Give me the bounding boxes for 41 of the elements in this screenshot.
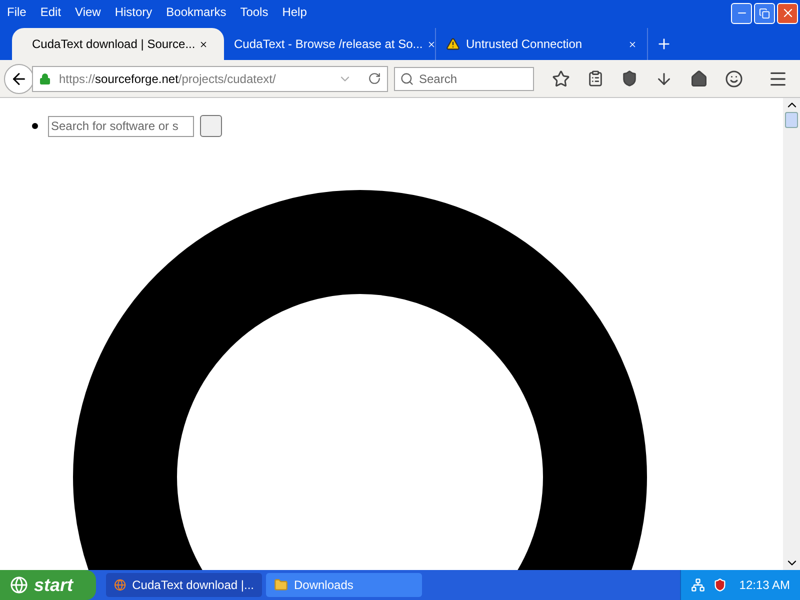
scrollbar-thumb[interactable] <box>785 112 798 128</box>
close-button[interactable] <box>777 2 798 24</box>
url-text: https://sourceforge.net/projects/cudatext/ <box>59 70 276 88</box>
clock: 12:13 AM <box>739 577 790 594</box>
menu-item[interactable]: View <box>68 3 108 21</box>
lock-icon <box>39 72 51 84</box>
security-shield-icon[interactable] <box>713 578 728 592</box>
menu-item[interactable]: History <box>108 3 160 21</box>
taskbar-button[interactable]: CudaText download |... <box>106 573 262 597</box>
reload-icon[interactable] <box>368 72 381 85</box>
search-submit-button[interactable] <box>200 115 222 137</box>
menu-item[interactable]: Bookmarks <box>159 3 234 21</box>
tab-title: CudaText download | Source... <box>32 36 196 53</box>
browser-icon <box>114 578 126 592</box>
bullet-icon <box>32 123 38 129</box>
new-tab-icon[interactable] <box>656 36 672 52</box>
menu-item[interactable]: Tools <box>233 3 276 21</box>
bookmark-star-icon[interactable] <box>552 70 570 88</box>
menu-item[interactable]: File <box>0 3 34 21</box>
home-icon[interactable] <box>690 70 708 88</box>
smiley-icon[interactable] <box>725 70 743 88</box>
restore-icon <box>759 8 770 18</box>
restore-button[interactable] <box>754 2 775 24</box>
browser-tab[interactable]: CudaText download | Source... <box>12 28 224 60</box>
menu-item[interactable]: Help <box>275 3 314 21</box>
tab-title: Untrusted Connection <box>466 36 582 53</box>
back-button[interactable] <box>4 64 34 94</box>
site-search-field[interactable]: Search for software or s <box>48 116 194 136</box>
start-button[interactable]: start <box>0 570 96 600</box>
tab-title: CudaText - Browse /release at So... <box>234 36 423 53</box>
search-field[interactable]: Search <box>394 66 534 90</box>
search-placeholder: Search <box>419 70 458 88</box>
minimize-button[interactable] <box>731 2 752 24</box>
clipboard-icon[interactable] <box>587 70 604 87</box>
search-icon <box>400 72 414 86</box>
menu-item[interactable]: Edit <box>33 3 68 21</box>
folder-icon <box>274 578 288 592</box>
warning-icon <box>446 37 460 51</box>
address-bar[interactable]: https://sourceforge.net/projects/cudatext/ <box>32 66 388 92</box>
taskbar-button[interactable]: Downloads <box>266 573 422 597</box>
network-icon[interactable] <box>691 578 706 592</box>
